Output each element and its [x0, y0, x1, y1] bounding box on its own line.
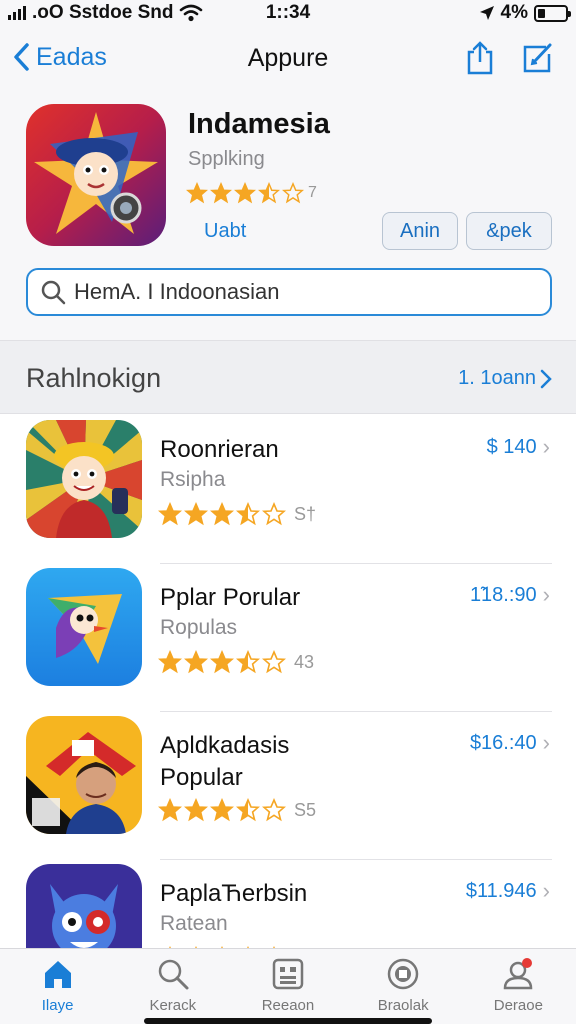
search-icon — [41, 280, 66, 305]
star-icon — [186, 182, 208, 204]
app-name-line2: Popular — [160, 764, 243, 791]
star-icon — [184, 502, 208, 526]
rating-count: S5 — [294, 799, 317, 820]
app-row[interactable]: Roonrieran Rsipha S† $ 140 › — [0, 416, 576, 564]
app-subtitle: Ropulas — [160, 616, 238, 639]
tab-label: Kerack — [149, 997, 197, 1014]
featured-app: Indamesia Spplking 7 Uabt Anin &pek — [0, 92, 576, 340]
star-icon — [262, 798, 286, 822]
battery-icon — [534, 4, 571, 22]
price-label: $16.:40 — [469, 731, 537, 754]
tab-label: Ilaye — [41, 997, 74, 1014]
price-label: $11.946 — [465, 879, 537, 902]
price-button[interactable]: $16.:40 › — [470, 730, 550, 756]
price-button[interactable]: $11.946 › — [466, 878, 550, 904]
price-label: 1̃18.:90 — [469, 583, 537, 606]
see-all-label: 1. 1oann — [458, 367, 536, 389]
star-icon — [236, 798, 260, 822]
featured-app-subtitle: Spplking — [188, 148, 265, 170]
share-icon[interactable] — [462, 40, 498, 76]
featured-app-name: Indamesia — [188, 108, 330, 140]
nav-bar: Eadas Appure — [0, 26, 576, 92]
speak-button[interactable]: &pek — [466, 212, 552, 250]
rating-count: 43 — [294, 651, 315, 672]
location-icon — [479, 6, 494, 20]
home-icon — [44, 961, 71, 988]
update-link[interactable]: Uabt — [204, 220, 246, 243]
price-label: $ 140 — [486, 435, 537, 458]
star-icon — [158, 502, 182, 526]
edit-icon[interactable] — [520, 40, 556, 76]
apps-icon — [272, 958, 304, 990]
star-icon — [184, 650, 208, 674]
app-name: Pplar Porular — [160, 584, 301, 611]
tab-label: Braolak — [377, 997, 429, 1014]
rating-stars — [158, 650, 286, 674]
tab-account[interactable]: Deraoe — [461, 949, 576, 1024]
tab-apps[interactable]: Reeaon — [230, 949, 345, 1024]
tab-bar: Ilaye Kerack Reeaon Braolak Deraoe — [0, 948, 576, 1024]
home-indicator — [144, 1018, 432, 1024]
star-icon — [258, 182, 280, 204]
chevron-right-icon: › — [542, 878, 550, 903]
rating-stars — [186, 182, 304, 204]
section-header: Rahlnokign 1. 1oann — [0, 340, 576, 414]
search-input[interactable] — [74, 279, 534, 305]
tab-search[interactable]: Kerack — [115, 949, 230, 1024]
app-row[interactable]: Pplar Porular Ropulas 43 1̃18.:90 › — [0, 564, 576, 712]
star-icon — [262, 650, 286, 674]
star-icon — [236, 502, 260, 526]
app-name-line1: Apldkadasis — [160, 732, 290, 759]
chevron-right-icon: › — [542, 582, 550, 607]
chevron-right-icon: › — [542, 730, 550, 755]
tab-label: Reeaon — [261, 997, 315, 1014]
tab-arcade[interactable]: Braolak — [346, 949, 461, 1024]
app-mascot-icon[interactable] — [26, 104, 166, 246]
featured-rating: 7 — [186, 182, 317, 204]
app-icon-wrestler — [26, 420, 142, 538]
battery-percent: 4% — [500, 2, 528, 23]
search-icon — [158, 959, 189, 990]
arcade-icon — [387, 958, 419, 990]
account-icon — [504, 958, 533, 990]
app-icon-portrait — [26, 716, 142, 834]
star-icon — [210, 798, 234, 822]
status-bar: .oO Sstdoe Snd 1::34 4% — [0, 0, 576, 26]
rating-count: S† — [294, 503, 317, 524]
price-button[interactable]: 1̃18.:90 › — [470, 582, 550, 608]
star-icon — [262, 502, 286, 526]
status-right: 4% — [479, 2, 571, 24]
star-icon — [158, 650, 182, 674]
star-icon — [210, 650, 234, 674]
tab-home[interactable]: Ilaye — [0, 949, 115, 1024]
app-name: PaplaЋerbsin — [160, 880, 308, 907]
app-row[interactable]: Apldkadasis Popular S5 $16.:40 › — [0, 712, 576, 860]
star-icon — [282, 182, 304, 204]
chevron-right-icon: › — [542, 434, 550, 459]
app-rating: 43 — [158, 650, 314, 674]
star-icon — [158, 798, 182, 822]
app-rating: S† — [158, 502, 316, 526]
anin-button[interactable]: Anin — [382, 212, 458, 250]
app-name: Roonrieran — [160, 436, 279, 463]
rating-stars — [158, 502, 286, 526]
app-rating: S5 — [158, 798, 316, 822]
search-field[interactable] — [26, 268, 552, 316]
app-name: Apldkadasis Popular — [160, 730, 289, 794]
rating-count: 7 — [308, 184, 317, 201]
price-button[interactable]: $ 140 › — [487, 434, 550, 460]
star-icon — [236, 650, 260, 674]
star-icon — [184, 798, 208, 822]
star-icon — [234, 182, 256, 204]
tab-label: Deraoe — [493, 997, 543, 1014]
section-title: Rahlnokign — [26, 363, 162, 393]
app-subtitle: Rsipha — [160, 468, 226, 491]
star-icon — [210, 502, 234, 526]
see-all-link[interactable]: 1. 1oann — [458, 367, 552, 390]
rating-stars — [158, 798, 286, 822]
chevron-right-icon — [540, 369, 552, 388]
app-subtitle: Ratean — [160, 912, 228, 935]
app-icon-bird — [26, 568, 142, 686]
star-icon — [210, 182, 232, 204]
